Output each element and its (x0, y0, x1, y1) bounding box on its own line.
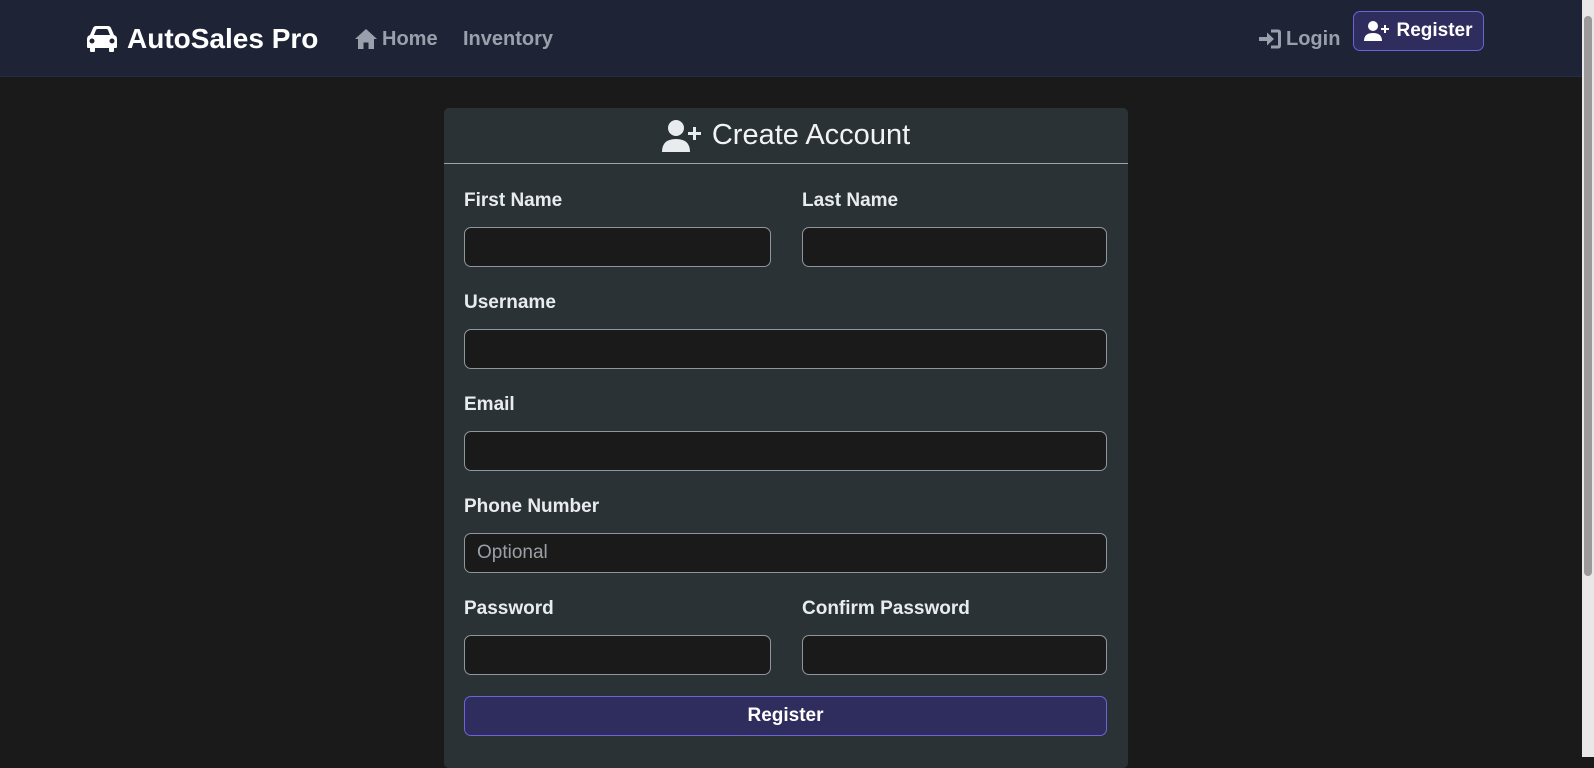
username-field[interactable] (464, 329, 1107, 369)
scrollbar-thumb[interactable] (1584, 16, 1592, 576)
home-icon (355, 29, 377, 49)
nav-link-inventory-label: Inventory (463, 27, 554, 50)
nav-register-button[interactable]: Register (1353, 11, 1484, 51)
page-title: Create Account (711, 119, 911, 151)
email-field[interactable] (464, 431, 1107, 471)
brand-link[interactable]: AutoSales Pro (86, 20, 318, 58)
nav-link-home-label: Home (382, 27, 438, 50)
user-plus-icon (1364, 21, 1390, 41)
nav-link-login-label: Login (1286, 27, 1341, 50)
page-scrollbar[interactable] (1582, 0, 1594, 757)
car-icon (87, 26, 117, 52)
nav-link-home[interactable]: Home (354, 25, 438, 53)
brand-name: AutoSales Pro (127, 23, 319, 54)
first-name-label: First Name (464, 190, 563, 211)
phone-label: Phone Number (464, 496, 600, 517)
password-field[interactable] (464, 635, 771, 675)
last-name-label: Last Name (802, 190, 899, 211)
first-name-field[interactable] (464, 227, 771, 267)
nav-link-inventory[interactable]: Inventory (463, 25, 553, 53)
top-navbar: AutoSales Pro Home Inventory Login Regis… (0, 0, 1594, 77)
phone-field[interactable] (464, 533, 1107, 573)
password-label: Password (464, 598, 554, 619)
last-name-field[interactable] (802, 227, 1107, 267)
confirm-password-label: Confirm Password (802, 598, 970, 619)
username-label: Username (464, 292, 556, 313)
register-card: Create Account First Name Last Name User… (444, 108, 1128, 768)
sign-in-icon (1259, 29, 1281, 49)
nav-register-label: Register (1396, 20, 1473, 41)
user-plus-icon (661, 119, 701, 152)
email-label: Email (464, 394, 515, 415)
card-header: Create Account (444, 108, 1128, 164)
nav-link-login[interactable]: Login (1258, 25, 1340, 53)
register-submit-button[interactable]: Register (464, 696, 1107, 736)
confirm-password-field[interactable] (802, 635, 1107, 675)
